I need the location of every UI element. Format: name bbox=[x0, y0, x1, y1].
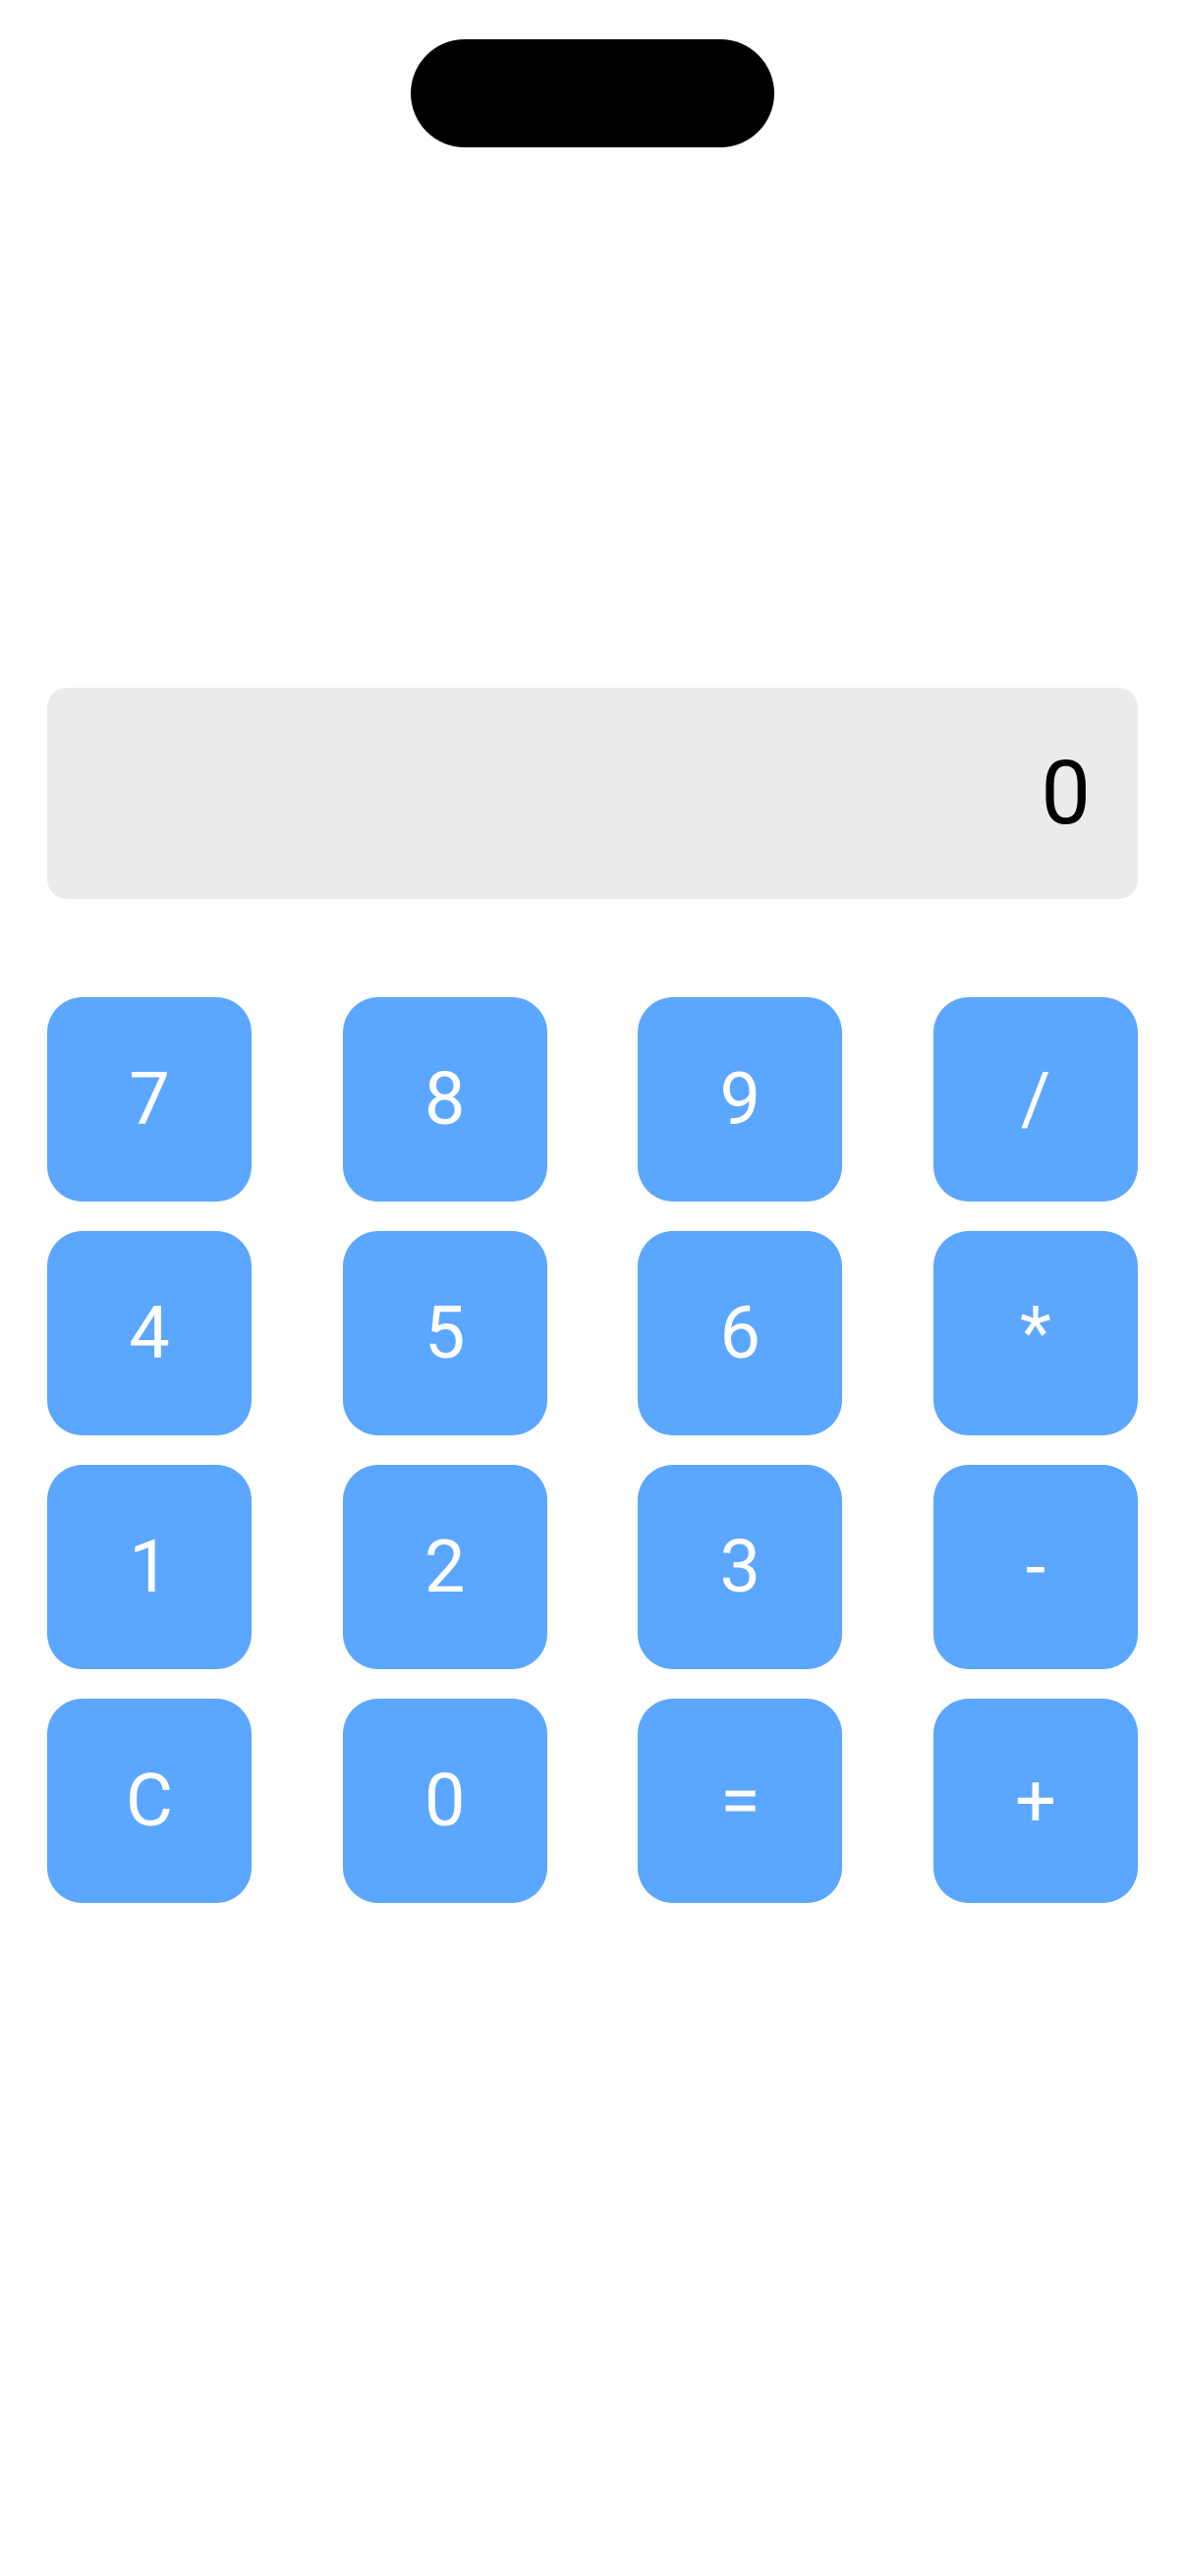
key-subtract[interactable]: - bbox=[933, 1465, 1138, 1669]
key-1[interactable]: 1 bbox=[47, 1465, 252, 1669]
key-7[interactable]: 7 bbox=[47, 997, 252, 1202]
key-clear[interactable]: C bbox=[47, 1699, 252, 1903]
key-8[interactable]: 8 bbox=[343, 997, 547, 1202]
key-2[interactable]: 2 bbox=[343, 1465, 547, 1669]
key-add[interactable]: + bbox=[933, 1699, 1138, 1903]
key-3[interactable]: 3 bbox=[638, 1465, 842, 1669]
calculator-display: 0 bbox=[47, 688, 1138, 899]
key-multiply[interactable]: * bbox=[933, 1231, 1138, 1435]
key-4[interactable]: 4 bbox=[47, 1231, 252, 1435]
key-equals[interactable]: = bbox=[638, 1699, 842, 1903]
key-divide[interactable]: / bbox=[933, 997, 1138, 1202]
keypad: 7 8 9 / 4 5 6 * 1 2 3 - C 0 = + bbox=[47, 997, 1138, 1903]
device-notch bbox=[411, 39, 774, 147]
calculator-container: 0 7 8 9 / 4 5 6 * 1 2 3 - C 0 = + bbox=[47, 688, 1138, 1903]
key-6[interactable]: 6 bbox=[638, 1231, 842, 1435]
key-9[interactable]: 9 bbox=[638, 997, 842, 1202]
display-value: 0 bbox=[1041, 742, 1091, 845]
key-0[interactable]: 0 bbox=[343, 1699, 547, 1903]
key-5[interactable]: 5 bbox=[343, 1231, 547, 1435]
